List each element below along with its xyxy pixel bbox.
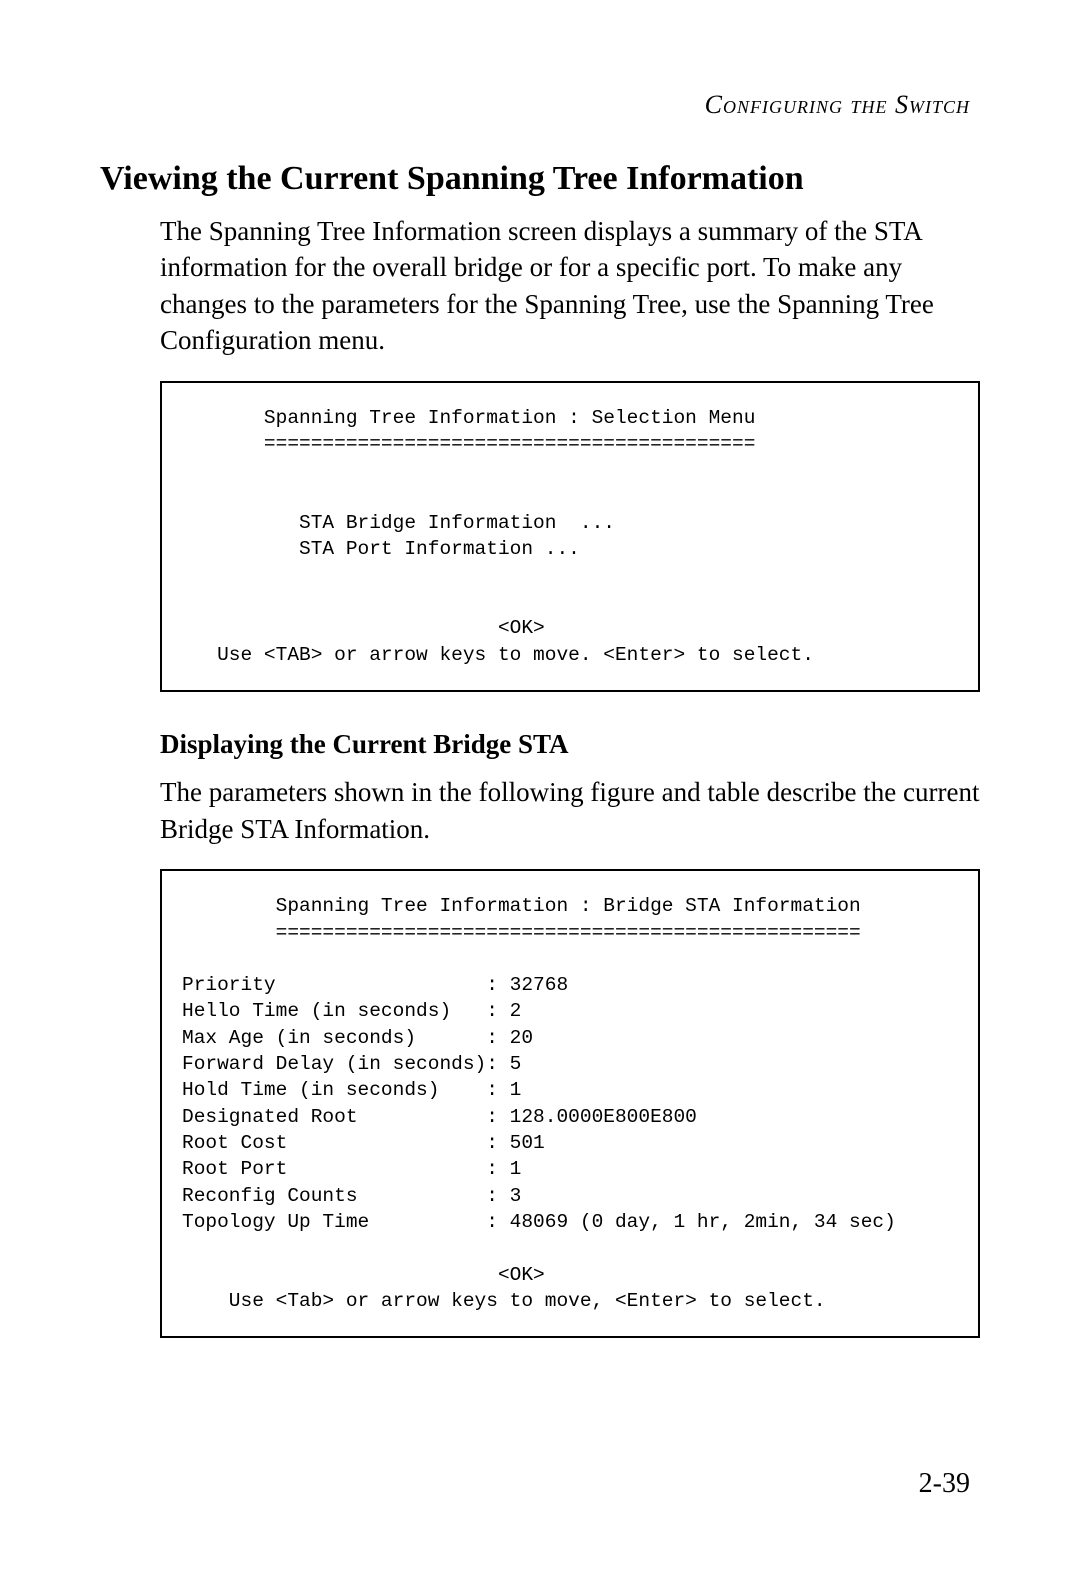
running-head: Configuring the Switch bbox=[100, 90, 970, 120]
term1-divider: ========================================… bbox=[182, 433, 755, 455]
term2-row-root-port: Root Port : 1 bbox=[182, 1158, 521, 1180]
term2-row-hold-time: Hold Time (in seconds) : 1 bbox=[182, 1079, 521, 1101]
terminal-bridge-sta: Spanning Tree Information : Bridge STA I… bbox=[160, 869, 980, 1338]
term1-title: Spanning Tree Information : Selection Me… bbox=[182, 407, 755, 429]
term1-hint: Use <TAB> or arrow keys to move. <Enter>… bbox=[182, 644, 814, 666]
term2-ok-button[interactable]: <OK> bbox=[182, 1264, 545, 1286]
term2-row-reconfig-counts: Reconfig Counts : 3 bbox=[182, 1185, 521, 1207]
term2-row-max-age: Max Age (in seconds) : 20 bbox=[182, 1027, 533, 1049]
term2-title: Spanning Tree Information : Bridge STA I… bbox=[182, 895, 861, 917]
terminal-bridge-sta-text: Spanning Tree Information : Bridge STA I… bbox=[182, 893, 958, 1314]
term2-row-root-cost: Root Cost : 501 bbox=[182, 1132, 545, 1154]
page-number: 2-39 bbox=[919, 1468, 970, 1500]
term2-row-topology-up: Topology Up Time : 48069 (0 day, 1 hr, 2… bbox=[182, 1211, 896, 1233]
term2-row-priority: Priority : 32768 bbox=[182, 974, 568, 996]
term1-ok-button[interactable]: <OK> bbox=[182, 617, 545, 639]
term2-hint: Use <Tab> or arrow keys to move, <Enter>… bbox=[182, 1290, 826, 1312]
term2-divider: ========================================… bbox=[182, 922, 861, 944]
subsection-paragraph: The parameters shown in the following fi… bbox=[160, 774, 980, 847]
term2-row-hello-time: Hello Time (in seconds) : 2 bbox=[182, 1000, 521, 1022]
subsection-title: Displaying the Current Bridge STA bbox=[160, 726, 980, 762]
body-column: The Spanning Tree Information screen dis… bbox=[160, 213, 980, 1338]
intro-paragraph: The Spanning Tree Information screen dis… bbox=[160, 213, 980, 359]
term1-item-port[interactable]: STA Port Information ... bbox=[182, 538, 580, 560]
page: Configuring the Switch Viewing the Curre… bbox=[0, 0, 1080, 1570]
term1-item-bridge[interactable]: STA Bridge Information ... bbox=[182, 512, 615, 534]
terminal-selection-menu: Spanning Tree Information : Selection Me… bbox=[160, 381, 980, 692]
section-title: Viewing the Current Spanning Tree Inform… bbox=[100, 160, 980, 198]
terminal-selection-menu-text: Spanning Tree Information : Selection Me… bbox=[182, 405, 958, 668]
term2-row-forward-delay: Forward Delay (in seconds): 5 bbox=[182, 1053, 521, 1075]
term2-row-designated-root: Designated Root : 128.0000E800E800 bbox=[182, 1106, 697, 1128]
